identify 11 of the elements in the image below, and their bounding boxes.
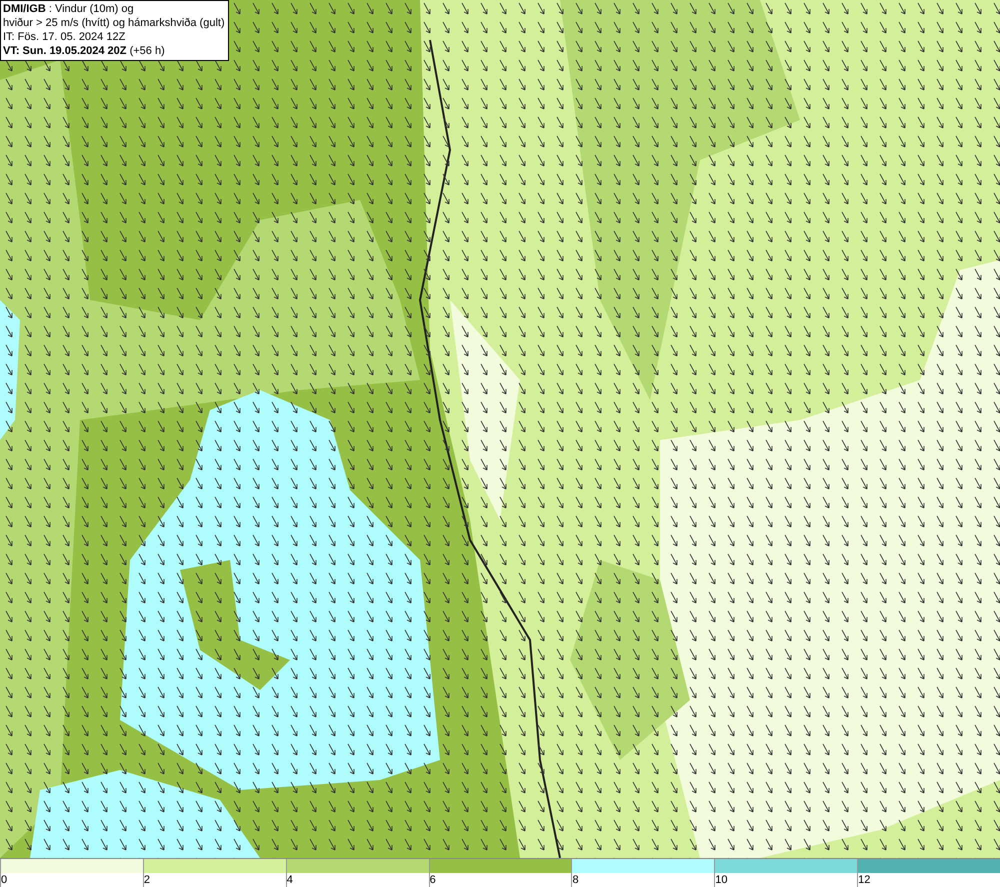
legend-label: 2: [144, 873, 150, 887]
legend-label: 8: [572, 873, 579, 887]
info-text: hviður > 25 m/s (hvítt) og hámarkshviða (gult): [3, 16, 225, 30]
info-text: IT: Fös. 17. 05. 2024 12Z: [3, 30, 126, 44]
legend-label: 12: [858, 873, 870, 887]
legend-label: 4: [286, 873, 293, 887]
info-text: DMI/IGB : Vindur (10m) og: [3, 2, 135, 16]
legend-label: 0: [1, 873, 8, 887]
legend-label: 6: [430, 873, 436, 887]
legend-label: 10: [715, 873, 728, 887]
info-text: VT: Sun. 19.05.2024 20Z (+56 h): [3, 44, 166, 58]
